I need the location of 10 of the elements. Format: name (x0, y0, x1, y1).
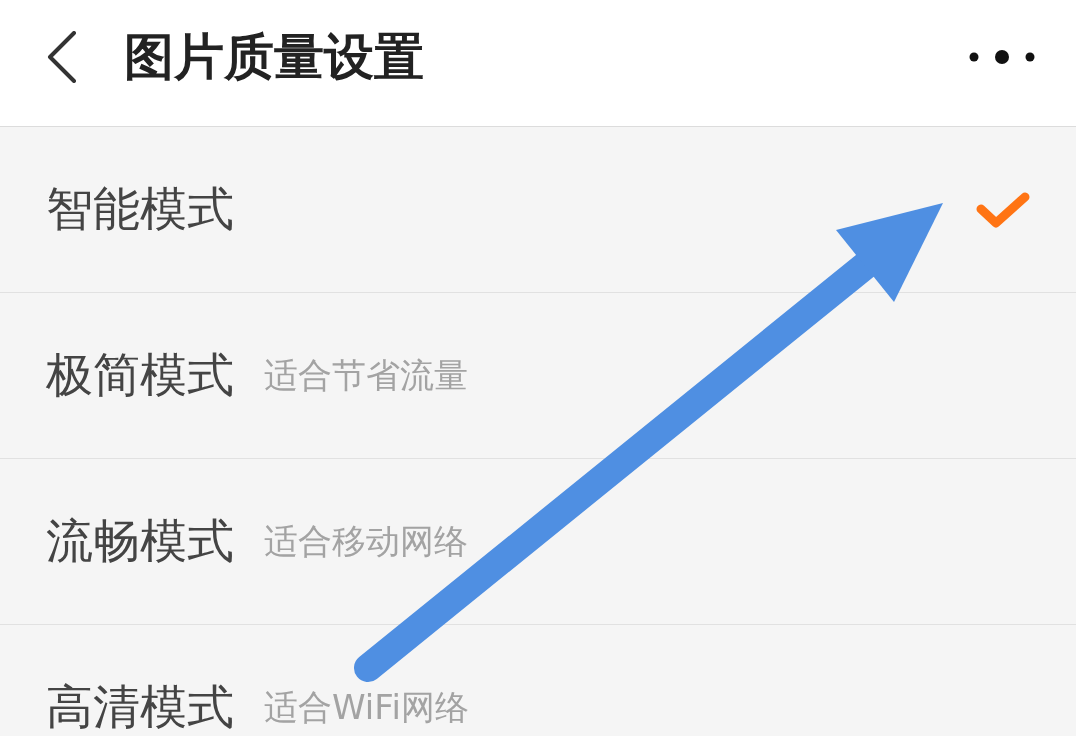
page-title: 图片质量设置 (124, 27, 424, 87)
option-label: 极简模式 (46, 347, 234, 404)
option-description: 适合移动网络 (264, 521, 468, 562)
option-description: 适合WiFi网络 (264, 687, 469, 728)
option-label: 高清模式 (46, 679, 234, 736)
option-description: 适合节省流量 (264, 355, 468, 396)
option-label: 智能模式 (46, 181, 234, 238)
more-icon[interactable] (969, 50, 1035, 64)
option-label: 流畅模式 (46, 513, 234, 570)
back-icon[interactable] (46, 31, 78, 83)
